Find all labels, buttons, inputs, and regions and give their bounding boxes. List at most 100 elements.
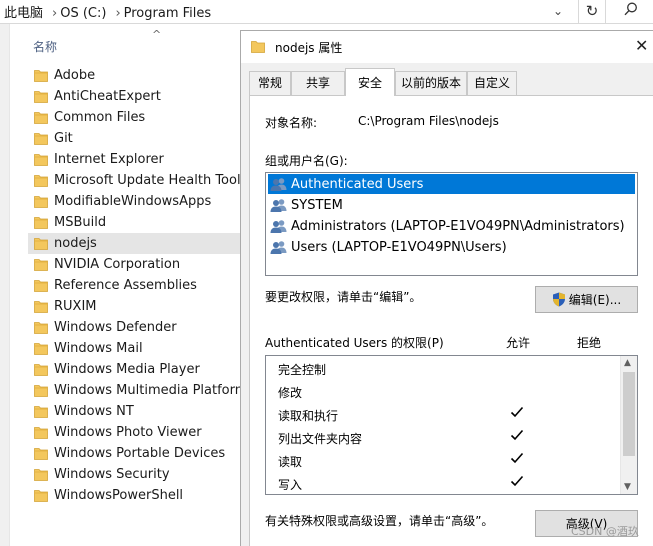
file-row[interactable]: Windows NT (28, 401, 242, 422)
file-row[interactable]: Windows Media Player (28, 359, 242, 380)
file-row[interactable]: Windows Photo Viewer (28, 422, 242, 443)
folder-icon (34, 153, 48, 166)
file-name: nodejs (54, 236, 97, 251)
group-or-user-label: 组或用户名(G): (265, 154, 348, 168)
file-row[interactable]: RUXIM (28, 296, 242, 317)
folder-icon (34, 90, 48, 103)
file-row[interactable]: Windows Defender (28, 317, 242, 338)
file-row[interactable]: Common Files (28, 107, 242, 128)
dialog-title: nodejs 属性 (275, 41, 343, 55)
file-row[interactable]: ModifiableWindowsApps (28, 191, 242, 212)
tab-general[interactable]: 常规 (249, 71, 291, 95)
permission-row: 读取和执行 (266, 404, 622, 427)
folder-icon (34, 426, 48, 439)
tab-previous-versions[interactable]: 以前的版本 (395, 71, 467, 95)
properties-dialog: nodejs 属性 ✕ 常规 共享 安全 以前的版本 自定义 对象名称: C:\… (240, 30, 653, 546)
address-dropdown-icon[interactable]: ⌄ (553, 4, 563, 18)
close-icon[interactable]: ✕ (635, 36, 648, 55)
tab-sharing[interactable]: 共享 (291, 71, 345, 95)
breadcrumb-item-os-c[interactable]: OS (C:) (60, 6, 106, 21)
deny-column-header: 拒绝 (577, 336, 602, 350)
file-name: Microsoft Update Health Tools (54, 173, 248, 188)
permissions-scrollbar[interactable]: ▲ ▼ (620, 356, 637, 494)
address-bar[interactable]: 此电脑 › OS (C:) › Program Files ⌄ ↻ (0, 0, 653, 24)
user-list-item[interactable]: Administrators (LAPTOP-E1VO49PN\Administ… (268, 216, 635, 236)
users-icon (270, 198, 288, 212)
scroll-down-icon[interactable]: ▼ (624, 482, 631, 492)
tab-security[interactable]: 安全 (345, 68, 395, 96)
file-row[interactable]: Windows Security (28, 464, 242, 485)
folder-icon (34, 489, 48, 502)
file-row[interactable]: Windows Mail (28, 338, 242, 359)
folder-icon (34, 363, 48, 376)
folder-icon (34, 132, 48, 145)
file-row[interactable]: nodejs (28, 233, 242, 254)
user-list-item[interactable]: Authenticated Users (268, 174, 635, 194)
folder-icon (34, 216, 48, 229)
security-tab-panel: 对象名称: C:\Program Files\nodejs 组或用户名(G): … (249, 95, 653, 546)
file-row[interactable]: NVIDIA Corporation (28, 254, 242, 275)
file-name: Git (54, 131, 73, 146)
scroll-up-icon[interactable]: ▲ (624, 358, 631, 368)
permission-name: 读取 (278, 455, 303, 469)
watermark: CSDN @酒玖 (571, 525, 639, 538)
file-name: WindowsPowerShell (54, 488, 184, 503)
uac-shield-icon (552, 292, 566, 307)
tab-customize[interactable]: 自定义 (467, 71, 517, 95)
permission-name: 写入 (278, 478, 303, 492)
edit-button[interactable]: 编辑(E)... (535, 286, 638, 313)
folder-icon (34, 111, 48, 124)
file-row[interactable]: WindowsPowerShell (28, 485, 242, 506)
file-name: Windows NT (54, 404, 134, 419)
permission-row: 修改 (266, 381, 622, 404)
file-name: Windows Media Player (54, 362, 200, 377)
folder-icon (34, 237, 48, 250)
file-name: Windows Defender (54, 320, 177, 335)
file-name: Windows Portable Devices (54, 446, 226, 461)
file-row[interactable]: Adobe (28, 65, 242, 86)
file-row[interactable]: Windows Multimedia Platform (28, 380, 247, 401)
file-name: NVIDIA Corporation (54, 257, 181, 272)
user-name: Authenticated Users (291, 176, 424, 192)
folder-icon (34, 258, 48, 271)
permission-name: 修改 (278, 386, 303, 400)
file-name: RUXIM (54, 299, 97, 314)
file-name: Windows Photo Viewer (54, 425, 202, 440)
file-row[interactable]: Microsoft Update Health Tools (28, 170, 247, 191)
allow-check-icon (510, 429, 524, 445)
file-name: Common Files (54, 110, 146, 125)
breadcrumb-separator-icon: › (52, 6, 58, 21)
users-icon (270, 240, 288, 254)
sort-ascending-icon: ^ (152, 28, 162, 41)
folder-icon (34, 300, 48, 313)
file-name: AntiCheatExpert (54, 89, 161, 104)
file-row[interactable]: MSBuild (28, 212, 242, 233)
file-row[interactable]: Git (28, 128, 242, 149)
breadcrumb-item-program-files[interactable]: Program Files (124, 6, 212, 21)
folder-icon (34, 195, 48, 208)
allow-check-icon (510, 452, 524, 468)
user-name: Administrators (LAPTOP-E1VO49PN\Administ… (291, 218, 625, 234)
file-row[interactable]: Windows Portable Devices (28, 443, 242, 464)
search-icon[interactable] (624, 1, 638, 20)
folder-icon (251, 40, 265, 56)
navigation-pane-scrollbar[interactable] (0, 24, 10, 546)
permissions-list: 完全控制 修改 读取和执行 列出文件夹内容 读取 写入 ▲ ▼ (265, 355, 638, 495)
breadcrumb-item-this-pc[interactable]: 此电脑 (4, 6, 43, 21)
scrollbar-thumb[interactable] (623, 372, 635, 456)
folder-icon (34, 69, 48, 82)
file-row[interactable]: AntiCheatExpert (28, 86, 242, 107)
column-header-name[interactable]: 名称 (33, 38, 57, 55)
file-row[interactable]: Internet Explorer (28, 149, 242, 170)
edit-button-label: 编辑(E)... (568, 293, 622, 307)
refresh-icon[interactable]: ↻ (578, 0, 606, 23)
folder-icon (34, 342, 48, 355)
user-list[interactable]: Authenticated Users SYSTEM Administrators … (265, 172, 638, 276)
file-row[interactable]: Reference Assemblies (28, 275, 242, 296)
dialog-titlebar[interactable]: nodejs 属性 ✕ (241, 31, 653, 63)
permissions-title: Authenticated Users 的权限(P) (265, 336, 444, 350)
user-list-item[interactable]: Users (LAPTOP-E1VO49PN\Users) (268, 237, 635, 257)
permission-row: 完全控制 (266, 358, 622, 381)
user-list-item[interactable]: SYSTEM (268, 195, 635, 215)
file-name: Windows Multimedia Platform (54, 383, 248, 398)
